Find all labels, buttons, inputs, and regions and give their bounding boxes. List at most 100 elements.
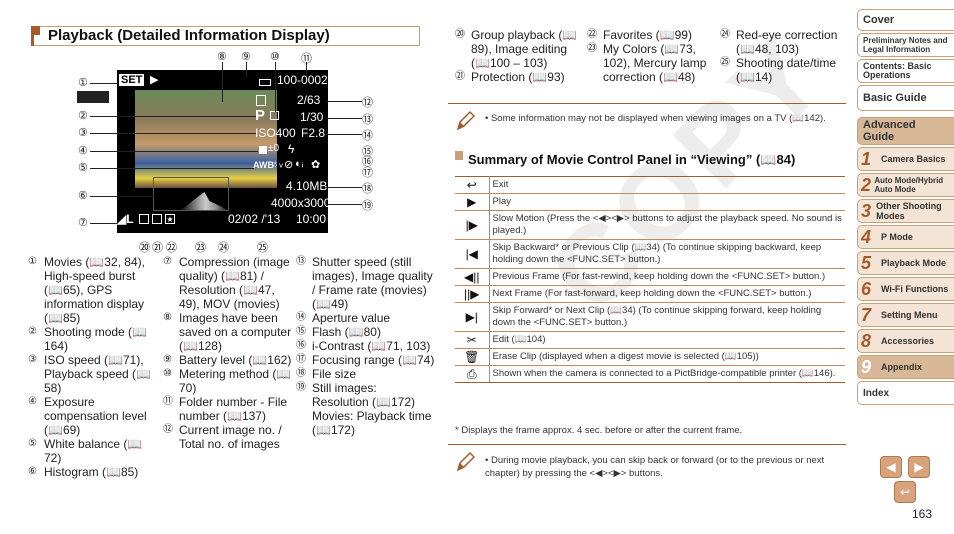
leader-line — [90, 223, 117, 224]
legend-item: ⑨ Battery level (📖162) — [163, 353, 292, 367]
leader-line — [326, 204, 362, 205]
legend-column-a: ⑳ Group playback (📖89), Image editing (📖1… — [455, 28, 583, 84]
chapter-label: Appendix — [881, 362, 923, 372]
shooting-time: 10:00 — [296, 212, 327, 226]
table-row: ||▶ Next Frame (For fast-forward, keep ho… — [455, 285, 845, 303]
callout-13: ⑬ — [362, 114, 373, 126]
sidebar-item-advanced-guide[interactable]: Advanced Guide — [857, 117, 954, 145]
protect-icon — [152, 214, 162, 224]
flash-icon: ϟ — [288, 142, 295, 156]
iso-value: ISO400 — [255, 126, 296, 140]
legend-item: ⑳ Group playback (📖89), Image editing (📖1… — [455, 28, 578, 70]
callout-4: ④ — [78, 145, 88, 157]
chapter-number: 2 — [861, 174, 872, 195]
table-row: ▶ Play — [455, 193, 845, 211]
legend-column-b: ㉒ Favorites (📖99) ㉓ My Colors (📖73, 102), … — [587, 28, 717, 84]
table-row: 🗑 Erase Clip (displayed when a digest mov… — [455, 348, 845, 366]
sidebar-nav: Cover Preliminary Notes and Legal Inform… — [857, 9, 954, 407]
callout-20: ⑳ — [139, 242, 150, 254]
leader-line — [222, 62, 223, 102]
row-description: Exit — [489, 176, 845, 194]
battery-icon — [259, 79, 271, 86]
sidebar-item-contents[interactable]: Contents: Basic Operations — [857, 59, 954, 83]
callout-19: ⑲ — [362, 200, 373, 212]
note-movie-skip: • During movie playback, you can skip ba… — [485, 455, 825, 479]
legend-item: ⑦ Compression (image quality) (📖81) / Res… — [163, 255, 290, 311]
table-row: ✂ Edit (📖104) — [455, 331, 845, 349]
sidebar-item-index[interactable]: Index — [857, 381, 954, 405]
legend-item: ⑰ Focusing range (📖74) — [296, 353, 435, 367]
resolution: 4000x3000 — [271, 196, 331, 210]
callout-22: ㉒ — [166, 242, 177, 254]
image-count: 2/63 — [297, 93, 321, 107]
row-description: Erase Clip (displayed when a digest movi… — [489, 348, 845, 366]
prev-page-button[interactable]: ◀ — [880, 456, 902, 478]
print-icon: ⎙ — [455, 365, 490, 383]
chapter-label: Playback Mode — [881, 258, 947, 268]
legend-item: ⑪ Folder number - File number (📖137) — [163, 395, 288, 423]
legend-item: ⑮ Flash (📖80) — [296, 325, 381, 339]
group-edit-icon — [139, 214, 149, 224]
sidebar-chapter-4[interactable]: 4 P Mode — [857, 225, 954, 249]
leader-line — [90, 196, 154, 197]
quality-icon: ◢L — [117, 212, 134, 226]
sidebar-chapter-1[interactable]: 1 Camera Basics — [857, 147, 954, 171]
sidebar-chapter-7[interactable]: 7 Setting Menu — [857, 303, 954, 327]
sidebar-chapter-9[interactable]: 9 Appendix — [857, 355, 954, 379]
slow-motion-icon: |▶ — [455, 210, 490, 240]
sidebar-item-basic-guide[interactable]: Basic Guide — [857, 85, 954, 111]
exposure-comp: ±0 — [268, 143, 280, 154]
skip-backward-icon: |◀ — [455, 239, 490, 269]
chapter-label: Accessories — [881, 336, 935, 346]
legend-item: ③ ISO speed (📖71), Playback speed (📖58) — [28, 353, 151, 395]
legend-item: ⑤ White balance (📖72) — [28, 437, 143, 465]
callout-23: ㉓ — [195, 242, 206, 254]
legend-column-3: ⑬ Shutter speed (still images), Image qua… — [296, 255, 436, 437]
sidebar-chapter-3[interactable]: 3 Other Shooting Modes — [857, 199, 954, 223]
callout-17: ⑰ — [362, 167, 373, 179]
sidebar-chapter-6[interactable]: 6 Wi-Fi Functions — [857, 277, 954, 301]
metering-icon — [270, 111, 279, 120]
legend-item: ⑥ Histogram (📖85) — [28, 465, 139, 479]
chapter-label: P Mode — [881, 232, 913, 242]
aperture-value: F2.8 — [301, 126, 326, 140]
legend-item: ⑱ File size — [296, 367, 357, 381]
chapter-number: 5 — [861, 252, 872, 273]
chapter-label: Other Shooting Modes — [876, 201, 942, 221]
leader-line — [326, 187, 362, 188]
legend-item: ⑧ Images have been saved on a computer (📖… — [163, 311, 292, 353]
back-button[interactable]: ↩ — [894, 481, 916, 503]
chapter-number: 3 — [861, 200, 872, 221]
note-tv-display: • Some information may not be displayed … — [485, 113, 826, 124]
chapter-number: 7 — [861, 304, 872, 325]
skip-forward-icon: ▶| — [455, 302, 490, 332]
table-row: ◀|| Previous Frame (For fast-rewind, keep… — [455, 268, 845, 286]
row-description: Skip Backward* or Previous Clip (📖34) (T… — [489, 239, 845, 269]
chapter-number: 9 — [861, 356, 872, 377]
sidebar-chapter-8[interactable]: 8 Accessories — [857, 329, 954, 353]
legend-item: ㉕ Shooting date/time (📖14) — [720, 56, 837, 84]
leader-line — [90, 83, 118, 84]
callout-5: ⑤ — [78, 162, 88, 174]
leader-line — [306, 62, 307, 74]
next-page-button[interactable]: ▶ — [908, 456, 930, 478]
callout-18: ⑱ — [362, 183, 373, 195]
leader-line — [326, 101, 362, 102]
sidebar-chapter-5[interactable]: 5 Playback Mode — [857, 251, 954, 275]
sidebar-item-preliminary[interactable]: Preliminary Notes and Legal Information — [857, 33, 954, 57]
table-row: ▶| Skip Forward* or Next Clip (📖34) (To c… — [455, 302, 845, 332]
divider — [448, 444, 846, 445]
legend-column-c: ㉔ Red-eye correction (📖48, 103) ㉕ Shooting… — [720, 28, 845, 84]
set-label: SET — [119, 74, 145, 86]
page-number: 163 — [912, 507, 933, 521]
callout-24: ㉔ — [218, 242, 229, 254]
sidebar-chapter-2[interactable]: 2 Auto Mode/Hybrid Auto Mode — [857, 173, 954, 197]
legend-item: ② Shooting mode (📖164) — [28, 325, 147, 353]
legend-column-1: ① Movies (📖32, 84), High-speed burst (📖65… — [28, 255, 156, 479]
table-row: ↩ Exit — [455, 176, 845, 194]
leader-line — [90, 133, 256, 134]
callout-6: ⑥ — [78, 190, 88, 202]
sidebar-item-cover[interactable]: Cover — [857, 9, 954, 31]
file-size: 4.10MB — [286, 179, 328, 193]
legend-item: ⑭ Aperture value — [296, 311, 391, 325]
